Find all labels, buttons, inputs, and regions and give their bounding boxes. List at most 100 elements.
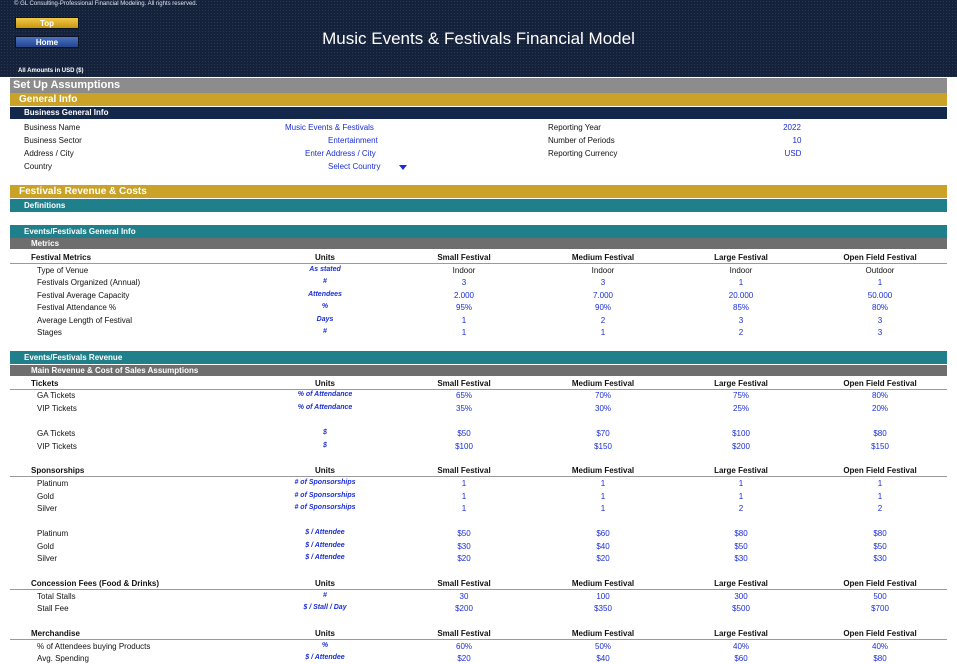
metrics-cell[interactable]: 85% <box>733 303 749 312</box>
metrics-cell[interactable]: 1 <box>462 316 466 325</box>
business-name-label: Business Name <box>24 123 81 132</box>
number-of-periods-input[interactable]: 10 <box>793 136 802 145</box>
sponsorships-cell[interactable]: 1 <box>878 492 882 501</box>
metrics-cell[interactable]: Indoor <box>730 266 753 275</box>
sponsorships-cell[interactable]: $50 <box>734 542 747 551</box>
tickets-cell[interactable]: 35% <box>456 404 472 413</box>
sponsorships-cell[interactable]: $50 <box>457 529 470 538</box>
sponsorships-cell[interactable]: 1 <box>462 492 466 501</box>
reporting-year-input[interactable]: 2022 <box>783 123 801 132</box>
sponsorships-cell[interactable]: $20 <box>457 554 470 563</box>
tickets-row-unit: % of Attendance <box>297 391 353 398</box>
merchandise-cell[interactable]: 60% <box>456 642 472 651</box>
tickets-section-title: Tickets <box>31 379 59 388</box>
metrics-cell[interactable]: Outdoor <box>866 266 895 275</box>
sponsorships-cell[interactable]: 1 <box>739 479 743 488</box>
sponsorships-cell[interactable]: $60 <box>596 529 609 538</box>
sponsorships-cell[interactable]: 2 <box>878 504 882 513</box>
metrics-row-unit: # <box>323 328 327 335</box>
metrics-cell[interactable]: 90% <box>595 303 611 312</box>
concession-cell[interactable]: 100 <box>596 592 609 601</box>
metrics-cell[interactable]: 3 <box>462 278 466 287</box>
concession-cell[interactable]: $200 <box>455 604 473 613</box>
tickets-cell[interactable]: 70% <box>595 391 611 400</box>
merchandise-cell[interactable]: 40% <box>872 642 888 651</box>
concession-cell[interactable]: $350 <box>594 604 612 613</box>
business-sector-input[interactable]: Entertainment <box>328 136 378 145</box>
reporting-currency-input[interactable]: USD <box>785 149 802 158</box>
tickets-cell[interactable]: 25% <box>733 404 749 413</box>
sponsorships-cell[interactable]: $20 <box>596 554 609 563</box>
merchandise-cell[interactable]: $80 <box>873 654 886 663</box>
sponsorships-cell[interactable]: 1 <box>462 479 466 488</box>
sponsorships-cell[interactable]: $30 <box>734 554 747 563</box>
top-button[interactable]: Top <box>15 17 79 29</box>
concession-cell[interactable]: 500 <box>873 592 886 601</box>
country-select[interactable]: Select Country <box>328 162 380 171</box>
metrics-cell[interactable]: Indoor <box>592 266 615 275</box>
metrics-cell[interactable]: 2 <box>601 316 605 325</box>
metrics-cell[interactable]: 2 <box>739 328 743 337</box>
metrics-cell[interactable]: 80% <box>872 303 888 312</box>
metrics-cell[interactable]: 20.000 <box>729 291 753 300</box>
sponsorships-cell[interactable]: 1 <box>601 504 605 513</box>
tickets-cell[interactable]: $100 <box>455 442 473 451</box>
metrics-cell[interactable]: 3 <box>878 328 882 337</box>
tickets-cell[interactable]: 20% <box>872 404 888 413</box>
metrics-cell[interactable]: 2.000 <box>454 291 474 300</box>
sponsorships-cell[interactable]: 2 <box>739 504 743 513</box>
metrics-cell[interactable]: 7.000 <box>593 291 613 300</box>
sponsorships-cell[interactable]: 1 <box>462 504 466 513</box>
sponsorships-cell[interactable]: $30 <box>457 542 470 551</box>
sponsorships-cell[interactable]: $50 <box>873 542 886 551</box>
chevron-down-icon[interactable] <box>399 165 407 170</box>
merchandise-cell[interactable]: $40 <box>596 654 609 663</box>
sponsorships-cell[interactable]: 1 <box>739 492 743 501</box>
sponsorships-cell[interactable]: 1 <box>601 492 605 501</box>
metrics-cell[interactable]: 1 <box>739 278 743 287</box>
sponsorships-cell[interactable]: $80 <box>734 529 747 538</box>
address-input[interactable]: Enter Address / City <box>305 149 376 158</box>
concession-cell[interactable]: $500 <box>732 604 750 613</box>
tickets-cell[interactable]: $100 <box>732 429 750 438</box>
metrics-cell[interactable]: 3 <box>601 278 605 287</box>
tickets-cell[interactable]: 80% <box>872 391 888 400</box>
sponsorships-cell[interactable]: 1 <box>601 479 605 488</box>
metrics-cell[interactable]: Indoor <box>453 266 476 275</box>
metrics-cell[interactable]: 1 <box>878 278 882 287</box>
metrics-cell[interactable]: 1 <box>462 328 466 337</box>
merchandise-cell[interactable]: $20 <box>457 654 470 663</box>
concession-cell[interactable]: $700 <box>871 604 889 613</box>
column-header-1: Medium Festival <box>571 466 635 475</box>
tickets-cell[interactable]: 65% <box>456 391 472 400</box>
tickets-cell[interactable]: 30% <box>595 404 611 413</box>
column-header-3: Open Field Festival <box>843 629 917 638</box>
tickets-cell[interactable]: $150 <box>594 442 612 451</box>
sponsorships-cell[interactable]: $30 <box>873 554 886 563</box>
sponsorships-cell[interactable]: $40 <box>596 542 609 551</box>
metrics-cell[interactable]: 3 <box>878 316 882 325</box>
copyright-text: © GL Consulting-Professional Financial M… <box>14 1 198 7</box>
tickets-cell[interactable]: $50 <box>457 429 470 438</box>
tickets-cell[interactable]: $80 <box>873 429 886 438</box>
metrics-cell[interactable]: 1 <box>601 328 605 337</box>
column-header-3: Open Field Festival <box>843 579 917 588</box>
concession-cell[interactable]: 30 <box>460 592 469 601</box>
merchandise-cell[interactable]: $60 <box>734 654 747 663</box>
merchandise-cell[interactable]: 40% <box>733 642 749 651</box>
business-name-input[interactable]: Music Events & Festivals <box>285 123 374 132</box>
metrics-row-label: Type of Venue <box>37 266 89 275</box>
metrics-cell[interactable]: 50.000 <box>868 291 892 300</box>
definitions-header[interactable]: Definitions <box>10 199 947 212</box>
metrics-cell[interactable]: 95% <box>456 303 472 312</box>
merchandise-cell[interactable]: 50% <box>595 642 611 651</box>
sponsorships-cell[interactable]: 1 <box>878 479 882 488</box>
tickets-cell[interactable]: 75% <box>733 391 749 400</box>
tickets-cell[interactable]: $200 <box>732 442 750 451</box>
tickets-cell[interactable]: $150 <box>871 442 889 451</box>
page-title: Music Events & Festivals Financial Model <box>322 29 635 48</box>
sponsorships-cell[interactable]: $80 <box>873 529 886 538</box>
tickets-cell[interactable]: $70 <box>596 429 609 438</box>
concession-cell[interactable]: 300 <box>734 592 747 601</box>
metrics-cell[interactable]: 3 <box>739 316 743 325</box>
